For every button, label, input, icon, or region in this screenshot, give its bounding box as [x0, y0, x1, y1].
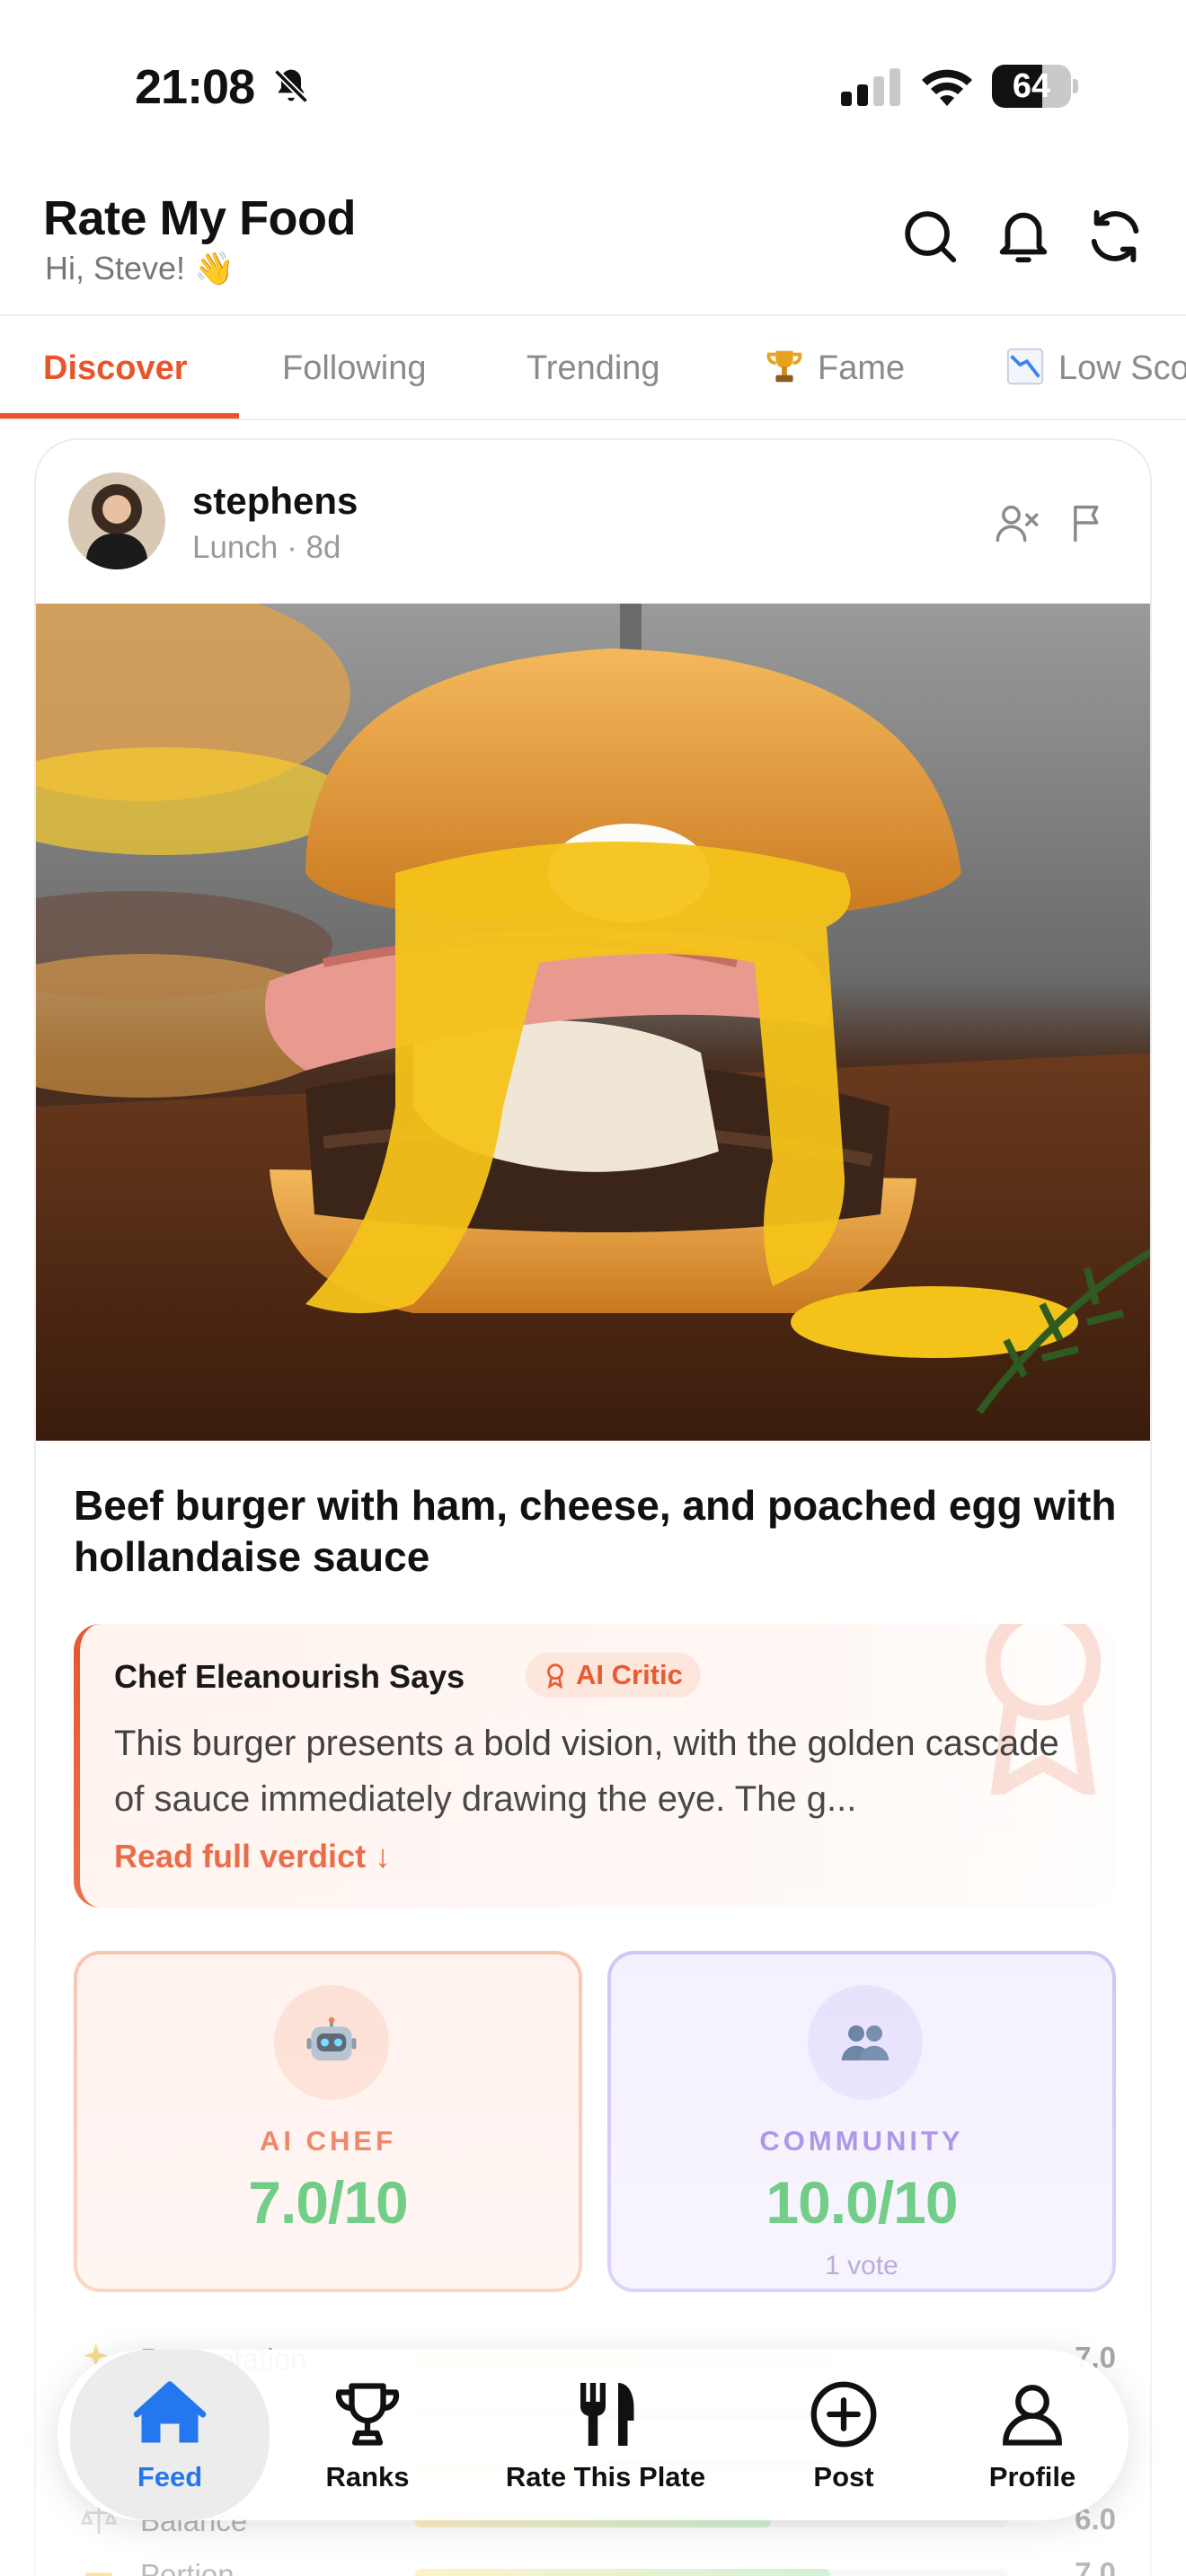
verdict-text: This burger presents a bold vision, with…: [114, 1724, 1059, 1819]
community-score-card[interactable]: COMMUNITY 10.0/10 1 vote: [607, 1951, 1116, 2292]
battery-icon: 64: [992, 65, 1078, 108]
ai-chef-score: 7.0/10: [248, 2169, 409, 2236]
fork-knife-icon: [580, 2383, 634, 2446]
flag-icon[interactable]: [1066, 499, 1112, 546]
tab-low-scores[interactable]: Low Sco: [1005, 316, 1186, 419]
nav-profile[interactable]: Profile: [947, 2350, 1118, 2520]
vote-count: 1 vote: [825, 2251, 898, 2280]
bowl-icon: [85, 2572, 112, 2576]
breakdown-row: Portion 7.0: [74, 2551, 1116, 2576]
person-icon: [1003, 2385, 1062, 2446]
trophy-icon: [335, 2383, 400, 2446]
post-meta: Lunch · 8d: [192, 530, 341, 565]
breakdown-value: 7.0: [1075, 2556, 1116, 2576]
tab-fame[interactable]: Fame: [764, 316, 906, 419]
battery-level: 64: [1012, 67, 1051, 105]
post-card: stephens Lunch · 8d Beef burger with ham…: [34, 438, 1152, 2576]
chart-decreasing-icon: [1006, 348, 1044, 385]
food-photo[interactable]: [36, 604, 1150, 1441]
ai-critic-badge: AI Critic: [526, 1653, 701, 1698]
username[interactable]: stephens: [192, 480, 358, 523]
app-title: Rate My Food: [43, 191, 357, 245]
read-full-verdict-link[interactable]: Read full verdict ↓: [114, 1838, 391, 1875]
bell-slash-icon: [273, 68, 309, 104]
dish-title: Beef burger with ham, cheese, and poache…: [74, 1482, 1117, 1580]
search-icon[interactable]: [898, 205, 961, 268]
signal-icon: [841, 68, 900, 106]
breakdown-label: Portion: [140, 2558, 235, 2576]
refresh-icon[interactable]: [1084, 205, 1146, 268]
people-icon: [841, 2025, 890, 2060]
community-label: COMMUNITY: [759, 2125, 964, 2157]
bottom-nav: Feed Ranks Rate This Plate Post Profile: [58, 2350, 1128, 2520]
active-tab-indicator: [0, 413, 239, 419]
bell-icon[interactable]: [992, 205, 1055, 268]
unfollow-user-icon[interactable]: [994, 499, 1040, 546]
wifi-icon: [922, 69, 972, 106]
ai-chef-label: AI CHEF: [260, 2125, 396, 2157]
verdict-title: Chef Eleanourish Says: [114, 1658, 465, 1695]
nav-profile-label: Profile: [988, 2461, 1076, 2492]
nav-feed[interactable]: Feed: [70, 2350, 270, 2520]
status-bar: 21:08 64: [0, 0, 1186, 171]
tab-low-scores-label: Low Sco: [1058, 349, 1186, 387]
nav-rate-this-plate[interactable]: Rate This Plate: [471, 2350, 740, 2520]
avatar[interactable]: [68, 472, 165, 569]
nav-feed-label: Feed: [137, 2461, 203, 2492]
nav-ranks-label: Ranks: [325, 2461, 410, 2492]
community-score: 10.0/10: [766, 2169, 958, 2236]
home-icon: [133, 2381, 207, 2443]
nav-ranks[interactable]: Ranks: [282, 2350, 453, 2520]
greeting: Hi, Steve! 👋: [45, 250, 235, 287]
tab-bar: Discover Following Trending Fame Low Sco: [0, 314, 1186, 420]
tab-fame-label: Fame: [818, 349, 906, 387]
ai-chef-score-card: AI CHEF 7.0/10: [74, 1951, 582, 2292]
award-icon: [547, 1663, 563, 1689]
robot-icon: [306, 2016, 357, 2060]
ai-verdict: Chef Eleanourish Says AI Critic This bur…: [74, 1624, 1116, 1908]
nav-post-label: Post: [813, 2461, 874, 2492]
tab-discover[interactable]: Discover: [43, 316, 188, 419]
status-time: 21:08: [135, 60, 255, 114]
nav-rate-this-plate-label: Rate This Plate: [505, 2461, 706, 2492]
tab-following[interactable]: Following: [282, 316, 427, 419]
nav-post[interactable]: Post: [758, 2350, 929, 2520]
ai-critic-label: AI Critic: [576, 1659, 683, 1690]
plus-circle-icon: [810, 2381, 877, 2448]
tab-trending[interactable]: Trending: [527, 316, 660, 419]
trophy-icon: [766, 350, 802, 383]
